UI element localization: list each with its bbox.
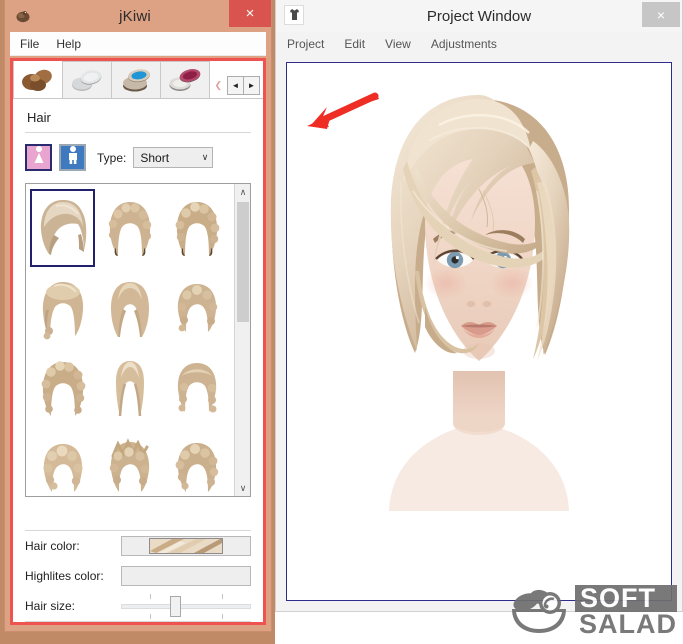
hair-color-row: Hair color: [25,531,251,561]
hairstyle-grid [26,184,234,496]
slider-track [121,604,251,609]
menu-item-help[interactable]: Help [56,37,81,51]
menu-item-file[interactable]: File [20,37,39,51]
hair-panel: Hair [13,99,263,521]
jkiwi-close-button[interactable]: × [229,0,271,27]
tab-nav-buttons: ◄ ► [227,76,260,95]
compact-silver-icon [68,66,106,94]
panel-divider [25,132,251,133]
chevron-down-icon: ∨ [202,152,209,163]
compact-pink-icon [166,66,204,94]
tab-blush[interactable] [160,61,210,98]
slider-thumb[interactable] [170,596,181,617]
scrollbar-thumb[interactable] [237,202,249,322]
scroll-down-button[interactable]: ∨ [235,480,251,496]
tab-next-button[interactable]: ► [243,76,260,95]
highlites-color-row: Highlites color: [25,561,251,591]
panel-title: Hair [25,108,251,132]
male-gender-button[interactable] [59,144,86,171]
tab-hair[interactable] [13,60,63,98]
hair-style-9[interactable] [165,349,230,427]
hair-style-11[interactable] [97,429,162,496]
hair-icon [19,66,57,94]
slider-tick-top-left [150,594,151,599]
salad-bowl-icon [510,581,568,640]
project-window: Project Window × Project Edit View Adjus… [275,0,683,612]
controls-divider-bottom [25,621,251,622]
hair-size-row: Hair size: [25,591,251,621]
watermark-line-1: SOFT [575,585,677,612]
hair-color-label: Hair color: [25,539,121,553]
tab-eyeshadow[interactable] [111,61,161,98]
hair-type-value: Short [140,151,169,165]
project-window-titlebar[interactable]: Project Window × [276,0,682,32]
hair-size-slider[interactable] [121,592,251,620]
jkiwi-client-area: ❮ ◄ ► Hair [10,58,266,625]
hair-style-1[interactable] [30,189,95,267]
compact-blue-icon [117,66,155,94]
tab-prev-button[interactable]: ◄ [227,76,244,95]
project-window-body [276,56,682,611]
female-figure-icon [32,145,46,170]
hair-color-swatch [149,538,223,554]
jkiwi-menubar: File Help [10,32,266,56]
female-gender-button[interactable] [25,144,52,171]
watermark: SOFT SALAD [510,581,677,640]
gender-type-row: Type: Short ∨ [25,144,251,171]
watermark-line-2: SALAD [575,612,677,637]
tabstrip: ❮ ◄ ► [13,61,263,99]
menu-item-edit[interactable]: Edit [344,37,365,51]
kiwi-icon [14,7,32,25]
slider-tick-top-right [222,594,223,599]
project-window-close-button[interactable]: × [642,2,680,27]
jkiwi-window: jKiwi × File Help [4,0,272,632]
hair-color-button[interactable] [121,536,251,556]
hair-controls: Hair color: [13,521,263,622]
hair-size-label: Hair size: [25,599,121,613]
hair-style-2[interactable] [97,189,162,267]
shirt-icon [284,5,304,25]
highlites-color-button[interactable] [121,566,251,586]
hair-style-7[interactable] [30,349,95,427]
hair-style-10[interactable] [30,429,95,496]
hair-style-6[interactable] [165,269,230,347]
menu-item-adjustments[interactable]: Adjustments [431,37,497,51]
female-portrait [329,71,629,511]
watermark-text: SOFT SALAD [575,585,677,637]
hair-style-8[interactable] [97,349,162,427]
hair-style-3[interactable] [165,189,230,267]
hair-style-5[interactable] [97,269,162,347]
hairstyle-scrollbar[interactable]: ∧ ∨ [234,184,250,496]
tab-foundation[interactable] [62,61,112,98]
highlites-color-label: Highlites color: [25,569,121,583]
male-figure-icon [66,145,80,170]
hairstyle-list: ∧ ∨ [25,183,251,497]
slider-tick-bottom-right [222,614,223,619]
red-arrow-annotation [295,91,381,135]
project-window-menubar: Project Edit View Adjustments [276,32,682,56]
slider-tick-bottom-left [150,614,151,619]
project-window-title: Project Window [276,8,682,25]
jkiwi-titlebar[interactable]: jKiwi × [5,0,271,32]
menu-item-project[interactable]: Project [287,37,324,51]
scroll-up-button[interactable]: ∧ [235,184,251,200]
menu-item-view[interactable]: View [385,37,411,51]
type-label: Type: [97,151,126,165]
hair-type-select[interactable]: Short ∨ [133,147,213,168]
hair-style-12[interactable] [165,429,230,496]
hair-style-4[interactable] [30,269,95,347]
screenshot-root: jKiwi × File Help [0,0,683,644]
tab-overflow-indicator: ❮ [214,80,222,91]
portrait-canvas[interactable] [286,62,672,601]
